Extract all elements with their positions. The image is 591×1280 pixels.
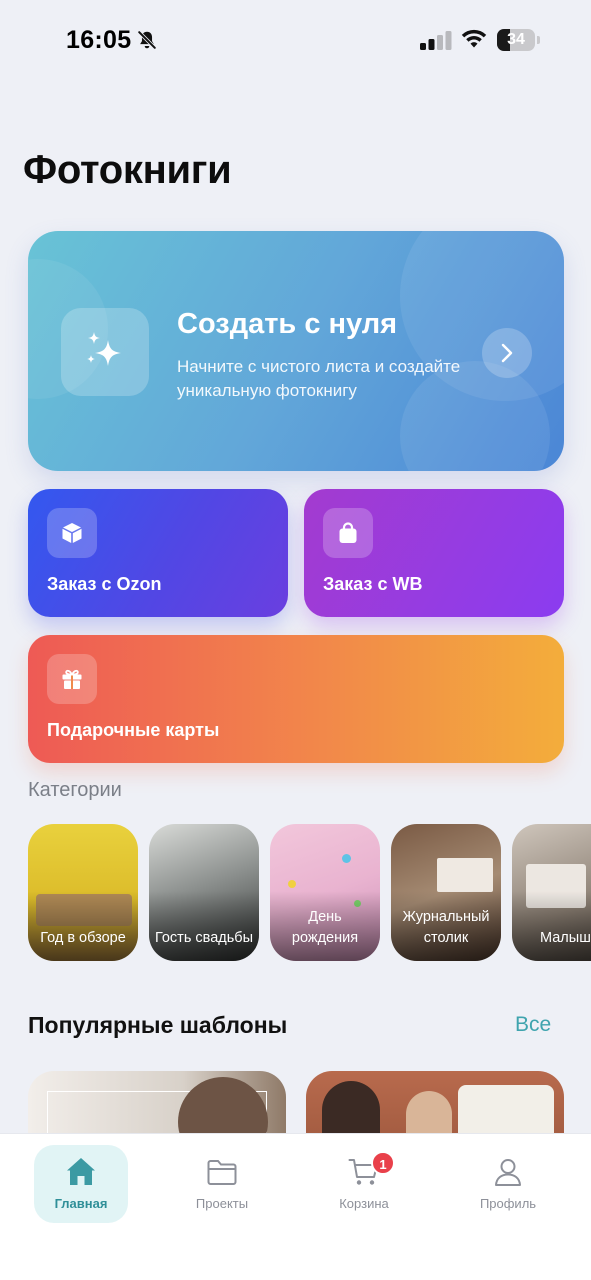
- category-label: Гость свадьбы: [154, 930, 254, 946]
- folder-icon: [207, 1160, 237, 1185]
- sparkles-icon: [87, 332, 121, 366]
- category-birthday[interactable]: День рождения: [270, 824, 380, 961]
- category-label: Малыш: [540, 930, 591, 946]
- create-from-scratch-card[interactable]: Создать с нуля Начните с чистого листа и…: [28, 231, 564, 471]
- order-from-ozon-card[interactable]: Заказ с Ozon: [28, 489, 288, 617]
- hero-icon-container: [61, 308, 149, 396]
- gift-icon: [62, 669, 82, 689]
- category-coffee-table[interactable]: Журнальный столик: [391, 824, 501, 961]
- category-label: Год в обзоре: [40, 930, 126, 946]
- tab-profile-label: Профиль: [479, 1196, 537, 1211]
- tab-cart-label: Корзина: [339, 1196, 389, 1211]
- category-label: День рождения: [291, 909, 359, 946]
- order-from-wb-card[interactable]: Заказ с WB: [304, 489, 564, 617]
- categories-carousel[interactable]: Год в обзоре Гость свадьбы День рождения…: [28, 824, 591, 962]
- wb-icon-container: [323, 508, 373, 558]
- signal-icon: [420, 31, 452, 50]
- wifi-icon: [461, 29, 487, 48]
- popular-templates-title: Популярные шаблоны: [28, 1012, 288, 1038]
- ozon-icon-container: [47, 508, 97, 558]
- wb-label: Заказ с WB: [323, 574, 423, 594]
- category-baby[interactable]: Малыш: [512, 824, 591, 961]
- category-wedding-guest[interactable]: Гость свадьбы: [149, 824, 259, 961]
- status-bar: 16:05 34: [0, 0, 591, 80]
- category-label: Журнальный столик: [402, 909, 490, 946]
- page-title: Фотокниги: [23, 148, 232, 192]
- gift-icon-container: [47, 654, 97, 704]
- cart-badge: 1: [371, 1151, 395, 1175]
- bell-off-icon: [137, 30, 157, 50]
- tab-profile[interactable]: Профиль: [461, 1145, 555, 1223]
- gift-cards-card[interactable]: Подарочные карты: [28, 635, 564, 763]
- hero-arrow-button[interactable]: [482, 328, 532, 378]
- hero-subtitle: Начните с чистого листа и создайте уника…: [177, 357, 461, 400]
- ozon-label: Заказ с Ozon: [47, 574, 162, 594]
- tab-projects-label: Проекты: [195, 1196, 249, 1211]
- chevron-right-icon: [501, 343, 513, 363]
- home-icon: [67, 1158, 95, 1185]
- hero-title: Создать с нуля: [177, 308, 398, 340]
- battery-level: 34: [507, 31, 525, 48]
- battery-indicator: 34: [497, 29, 541, 51]
- tab-projects[interactable]: Проекты: [175, 1145, 269, 1223]
- tab-bar: Главная Проекты 1 Корзина Профиль: [0, 1133, 591, 1280]
- category-year-in-review[interactable]: Год в обзоре: [28, 824, 138, 961]
- status-time: 16:05: [66, 26, 132, 54]
- user-icon: [495, 1159, 521, 1186]
- shopping-bag-icon: [339, 522, 357, 543]
- tab-cart[interactable]: 1 Корзина: [317, 1145, 411, 1223]
- box-icon: [62, 523, 82, 543]
- categories-title: Категории: [28, 779, 122, 801]
- tab-home-label: Главная: [54, 1196, 108, 1211]
- see-all-link[interactable]: Все: [515, 1013, 551, 1037]
- tab-home[interactable]: Главная: [34, 1145, 128, 1223]
- gift-cards-label: Подарочные карты: [47, 720, 220, 740]
